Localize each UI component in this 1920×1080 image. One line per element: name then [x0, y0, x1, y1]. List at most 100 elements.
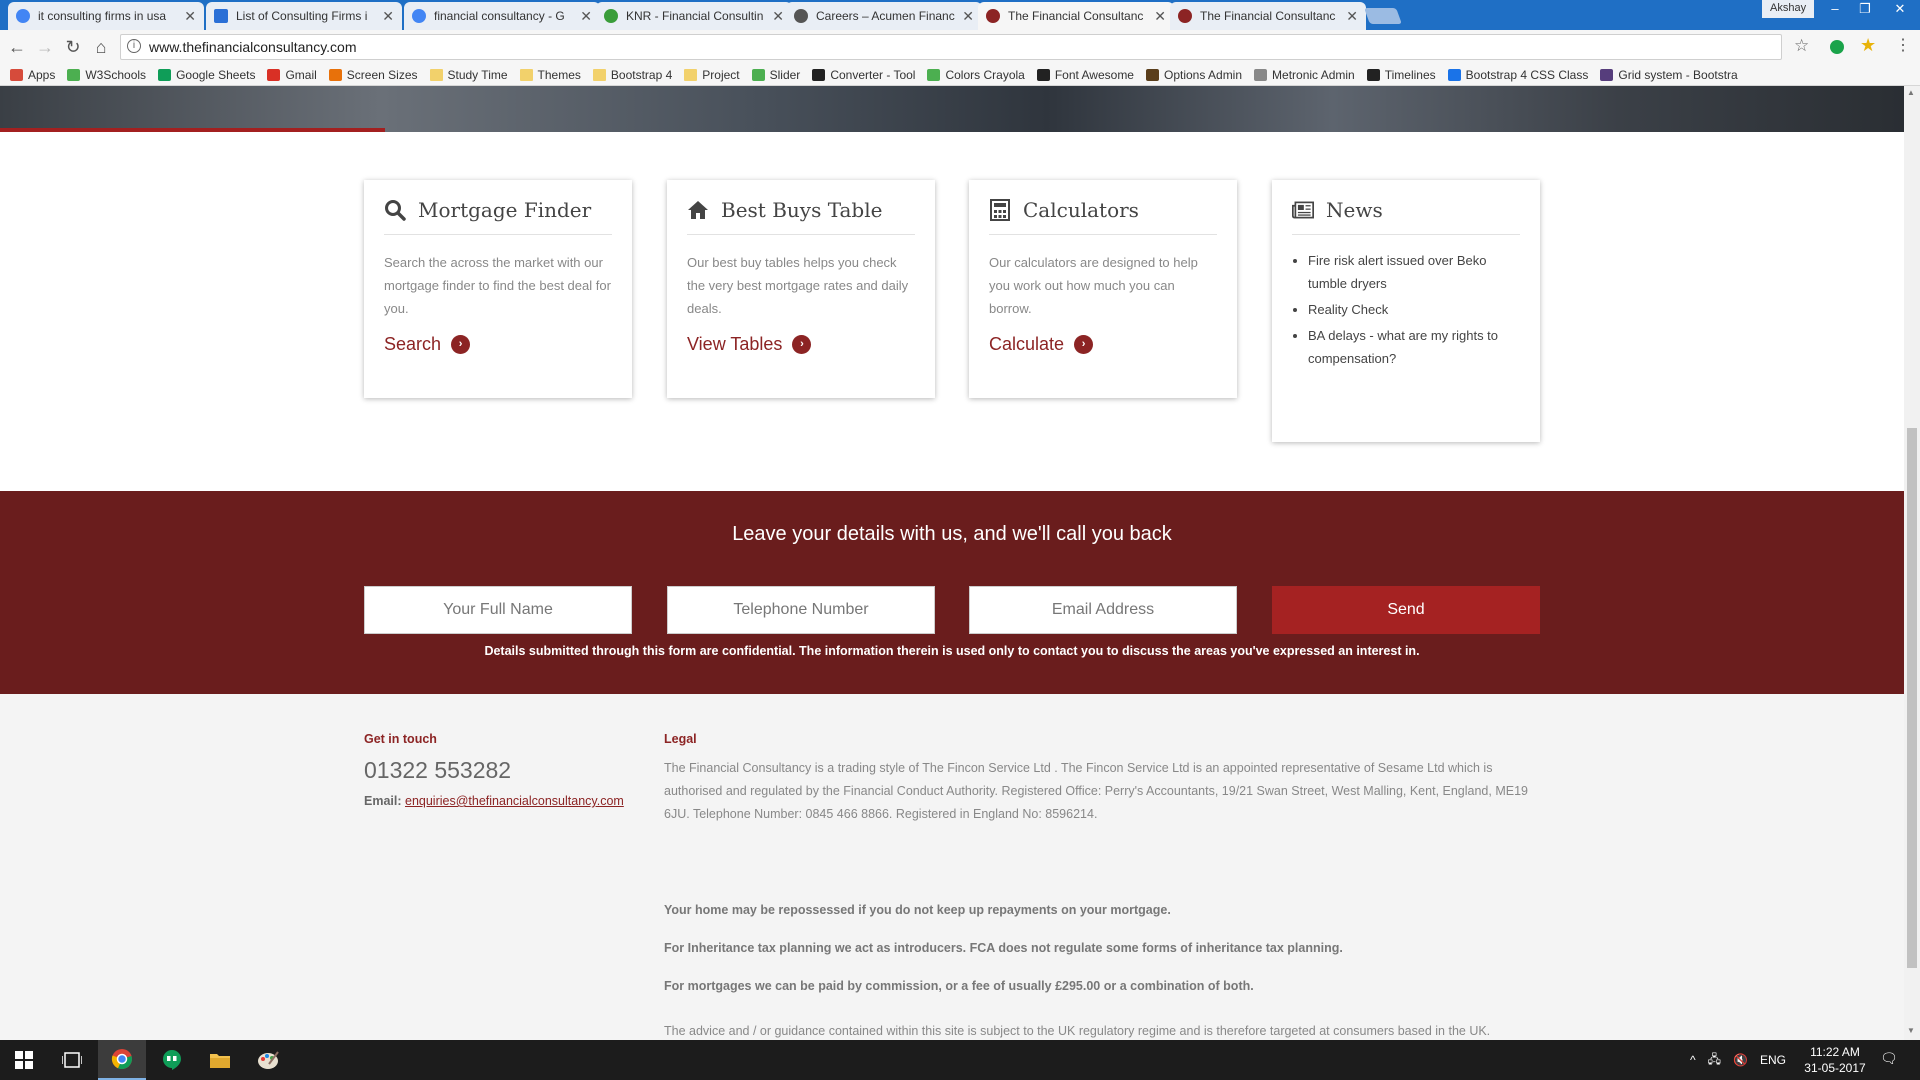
tab-close-icon[interactable]: ✕	[962, 8, 974, 25]
info-icon[interactable]: i	[127, 39, 141, 53]
bookmark-star-icon[interactable]: ☆	[1794, 36, 1809, 56]
browser-tab[interactable]: Careers – Acumen Financ ✕	[786, 2, 982, 30]
email-input[interactable]	[969, 586, 1237, 634]
file-explorer-icon[interactable]	[196, 1040, 244, 1080]
reload-icon[interactable]: ↻	[62, 37, 84, 59]
email-link[interactable]: enquiries@thefinancialconsultancy.com	[405, 794, 624, 808]
send-button[interactable]: Send	[1272, 586, 1540, 634]
news-item[interactable]: Reality Check	[1308, 298, 1520, 321]
bookmark-item[interactable]: Options Admin	[1145, 68, 1242, 82]
tab-close-icon[interactable]: ✕	[1154, 8, 1166, 25]
card-header: News	[1292, 198, 1520, 235]
tab-close-icon[interactable]: ✕	[1346, 8, 1358, 25]
confidentiality-note: Details submitted through this form are …	[484, 644, 1420, 658]
tab-close-icon[interactable]: ✕	[772, 8, 784, 25]
repossession-warning: Your home may be repossessed if you do n…	[664, 903, 1171, 917]
tab-close-icon[interactable]: ✕	[184, 8, 196, 25]
bookmark-item[interactable]: Converter - Tool	[812, 68, 915, 82]
browser-tab[interactable]: KNR - Financial Consultin ✕	[596, 2, 792, 30]
windows-start-icon[interactable]	[0, 1040, 48, 1080]
news-item[interactable]: BA delays - what are my rights to compen…	[1308, 324, 1520, 370]
telephone-input[interactable]	[667, 586, 935, 634]
bookmark-item[interactable]: Themes	[519, 68, 581, 82]
card-description: Search the across the market with our mo…	[384, 255, 611, 316]
calculate-link[interactable]: Calculate ›	[989, 334, 1217, 355]
bookmark-label: Font Awesome	[1054, 67, 1134, 82]
contact-heading: Get in touch	[364, 732, 437, 746]
bookmark-item[interactable]: Screen Sizes	[328, 68, 418, 82]
minimize-icon[interactable]: –	[1820, 0, 1850, 20]
tab-close-icon[interactable]: ✕	[580, 8, 592, 25]
bookmark-item[interactable]: Grid system - Bootstra	[1600, 68, 1738, 82]
bookmark-label: Timelines	[1384, 67, 1436, 82]
browser-tab[interactable]: it consulting firms in usa ✕	[8, 2, 204, 30]
page-scrollbar[interactable]: ▲ ▼	[1904, 86, 1920, 1040]
bookmark-item[interactable]: Google Sheets	[158, 68, 255, 82]
view-tables-link[interactable]: View Tables ›	[687, 334, 915, 355]
search-link[interactable]: Search ›	[384, 334, 612, 355]
restore-icon[interactable]: ❐	[1850, 0, 1880, 20]
back-icon[interactable]: ←	[6, 37, 28, 59]
chrome-taskbar-icon[interactable]	[98, 1040, 146, 1080]
email-label: Email:	[364, 794, 402, 808]
hangouts-taskbar-icon[interactable]	[148, 1040, 196, 1080]
search-icon	[384, 198, 406, 222]
home-icon[interactable]: ⌂	[90, 37, 112, 59]
browser-tab[interactable]: The Financial Consultanc ✕	[1170, 2, 1366, 30]
extension-star-icon[interactable]: ★	[1860, 35, 1876, 56]
address-bar-row: ← → ↻ ⌂ i www.thefinancialconsultancy.co…	[0, 30, 1920, 64]
bookmark-item[interactable]: Colors Crayola	[927, 68, 1025, 82]
new-tab-button[interactable]	[1364, 8, 1402, 24]
bookmark-label: Metronic Admin	[1272, 67, 1355, 82]
news-list: Fire risk alert issued over Beko tumble …	[1292, 249, 1520, 370]
scroll-down-icon[interactable]: ▼	[1907, 1026, 1915, 1035]
bootstrap-css-icon	[1447, 68, 1461, 81]
system-clock[interactable]: 11:22 AM 31-05-2017	[1800, 1044, 1870, 1076]
bookmark-item[interactable]: Font Awesome	[1036, 67, 1134, 82]
volume-muted-icon[interactable]: 🔇	[1733, 1053, 1748, 1067]
folder-icon	[519, 68, 533, 81]
home-icon	[687, 198, 709, 222]
document-favicon-icon	[214, 9, 228, 23]
language-indicator[interactable]: ENG	[1760, 1053, 1786, 1067]
w3schools-icon	[67, 68, 81, 81]
full-name-input[interactable]	[364, 586, 632, 634]
bookmark-item[interactable]: W3Schools	[67, 68, 146, 82]
browser-menu-icon[interactable]: ⋮	[1895, 35, 1911, 55]
bookmark-item[interactable]: Apps	[10, 68, 55, 82]
browser-tab-active[interactable]: The Financial Consultanc ✕	[978, 2, 1174, 30]
chevron-circle-right-icon: ›	[792, 335, 812, 354]
bookmark-item[interactable]: Project	[684, 68, 740, 82]
bookmark-item[interactable]: Bootstrap 4 CSS Class	[1447, 68, 1588, 82]
bookmark-item[interactable]: Study Time	[429, 68, 508, 82]
network-icon[interactable]: 🖧	[1708, 1050, 1721, 1071]
paint-taskbar-icon[interactable]	[244, 1040, 292, 1080]
legal-text: The Financial Consultancy is a trading s…	[664, 761, 1528, 821]
bookmarks-bar: Apps W3Schools Google Sheets Gmail Screen Si…	[0, 64, 1920, 86]
extension-icon[interactable]	[1830, 40, 1844, 54]
profile-name[interactable]: Akshay	[1762, 0, 1815, 18]
fees-note: For mortgages we can be paid by commissi…	[664, 979, 1254, 993]
scroll-up-icon[interactable]: ▲	[1907, 88, 1915, 97]
bookmark-item[interactable]: Metronic Admin	[1254, 68, 1355, 82]
bookmark-item[interactable]: Bootstrap 4	[592, 68, 672, 82]
bookmark-item[interactable]: Timelines	[1366, 67, 1436, 82]
clock-time: 11:22 AM	[1810, 1045, 1860, 1059]
url-input[interactable]: i www.thefinancialconsultancy.com	[120, 34, 1782, 60]
google-favicon-icon	[16, 9, 30, 23]
phone-number: 01322 553282	[364, 757, 512, 783]
news-item[interactable]: Fire risk alert issued over Beko tumble …	[1308, 249, 1520, 295]
tab-close-icon[interactable]: ✕	[382, 8, 394, 25]
browser-tab[interactable]: financial consultancy - G ✕	[404, 2, 600, 30]
close-window-icon[interactable]: ✕	[1880, 0, 1920, 20]
chevron-up-icon[interactable]: ^	[1690, 1053, 1696, 1067]
scrollbar-thumb[interactable]	[1907, 428, 1917, 968]
action-center-icon[interactable]: 🗨	[1880, 1050, 1898, 1067]
task-view-icon[interactable]	[48, 1040, 96, 1080]
browser-tab[interactable]: List of Consulting Firms i ✕	[206, 2, 402, 30]
bookmark-item[interactable]: Gmail	[267, 68, 317, 82]
bookmark-label: W3Schools	[85, 67, 147, 82]
google-favicon-icon	[412, 9, 426, 23]
forward-icon[interactable]: →	[34, 37, 56, 59]
bookmark-item[interactable]: Slider	[751, 68, 800, 82]
